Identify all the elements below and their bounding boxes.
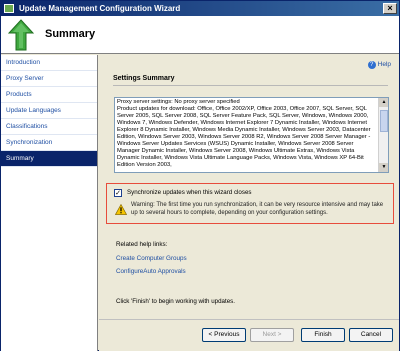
sync-checkbox-label[interactable]: Synchronize updates when this wizard clo…: [127, 189, 252, 196]
scroll-down-icon[interactable]: ▼: [379, 163, 388, 172]
create-computer-groups-link[interactable]: Create Computer Groups: [116, 255, 187, 262]
wizard-app-icon: [4, 4, 14, 13]
section-divider: [113, 85, 388, 86]
warning-text: Warning: The first time you run synchron…: [131, 202, 384, 216]
nav-item-update-languages[interactable]: Update Languages: [1, 103, 97, 119]
help-label: Help: [377, 61, 391, 68]
nav-item-summary[interactable]: Summary: [1, 151, 97, 167]
summary-scrollbar[interactable]: ▲ ▼: [378, 98, 388, 172]
update-arrow-icon: [8, 19, 34, 51]
nav-item-proxy-server[interactable]: Proxy Server: [1, 71, 97, 87]
wizard-header: Summary: [1, 16, 399, 54]
next-button[interactable]: Next >: [250, 328, 294, 342]
title-bar: Update Management Configuration Wizard ×: [1, 1, 399, 16]
finish-hint: Click 'Finish' to begin working with upd…: [116, 298, 235, 305]
sync-checkbox[interactable]: ✓: [114, 189, 122, 197]
settings-summary-title: Settings Summary: [113, 75, 175, 82]
configure-auto-approvals-link[interactable]: ConfigureAuto Approvals: [116, 268, 186, 275]
settings-summary-box[interactable]: Proxy server settings: No proxy server s…: [114, 97, 389, 173]
finish-button[interactable]: Finish: [301, 328, 345, 342]
sync-options-panel: ✓ Synchronize updates when this wizard c…: [106, 183, 394, 224]
wizard-nav: Introduction Proxy Server Products Updat…: [1, 55, 98, 351]
related-links-title: Related help links:: [116, 241, 168, 248]
footer-divider: [99, 319, 399, 320]
warning-icon: [115, 204, 127, 215]
window-title: Update Management Configuration Wizard: [19, 4, 181, 13]
settings-summary-text: Proxy server settings: No proxy server s…: [117, 99, 371, 168]
help-icon: ?: [367, 61, 376, 69]
cancel-button[interactable]: Cancel: [349, 328, 393, 342]
scroll-up-icon[interactable]: ▲: [379, 98, 388, 107]
page-title: Summary: [45, 28, 96, 40]
nav-item-introduction[interactable]: Introduction: [1, 55, 97, 71]
close-button[interactable]: ×: [383, 3, 397, 14]
nav-item-classifications[interactable]: Classifications: [1, 119, 97, 135]
previous-button[interactable]: < Previous: [202, 328, 246, 342]
wizard-window: Update Management Configuration Wizard ×…: [0, 0, 400, 351]
wizard-content: ? Help Settings Summary Proxy server sett…: [99, 55, 399, 351]
nav-item-synchronization[interactable]: Synchronization: [1, 135, 97, 151]
nav-item-products[interactable]: Products: [1, 87, 97, 103]
help-link[interactable]: ? Help: [367, 61, 391, 69]
scroll-thumb[interactable]: [380, 110, 388, 132]
